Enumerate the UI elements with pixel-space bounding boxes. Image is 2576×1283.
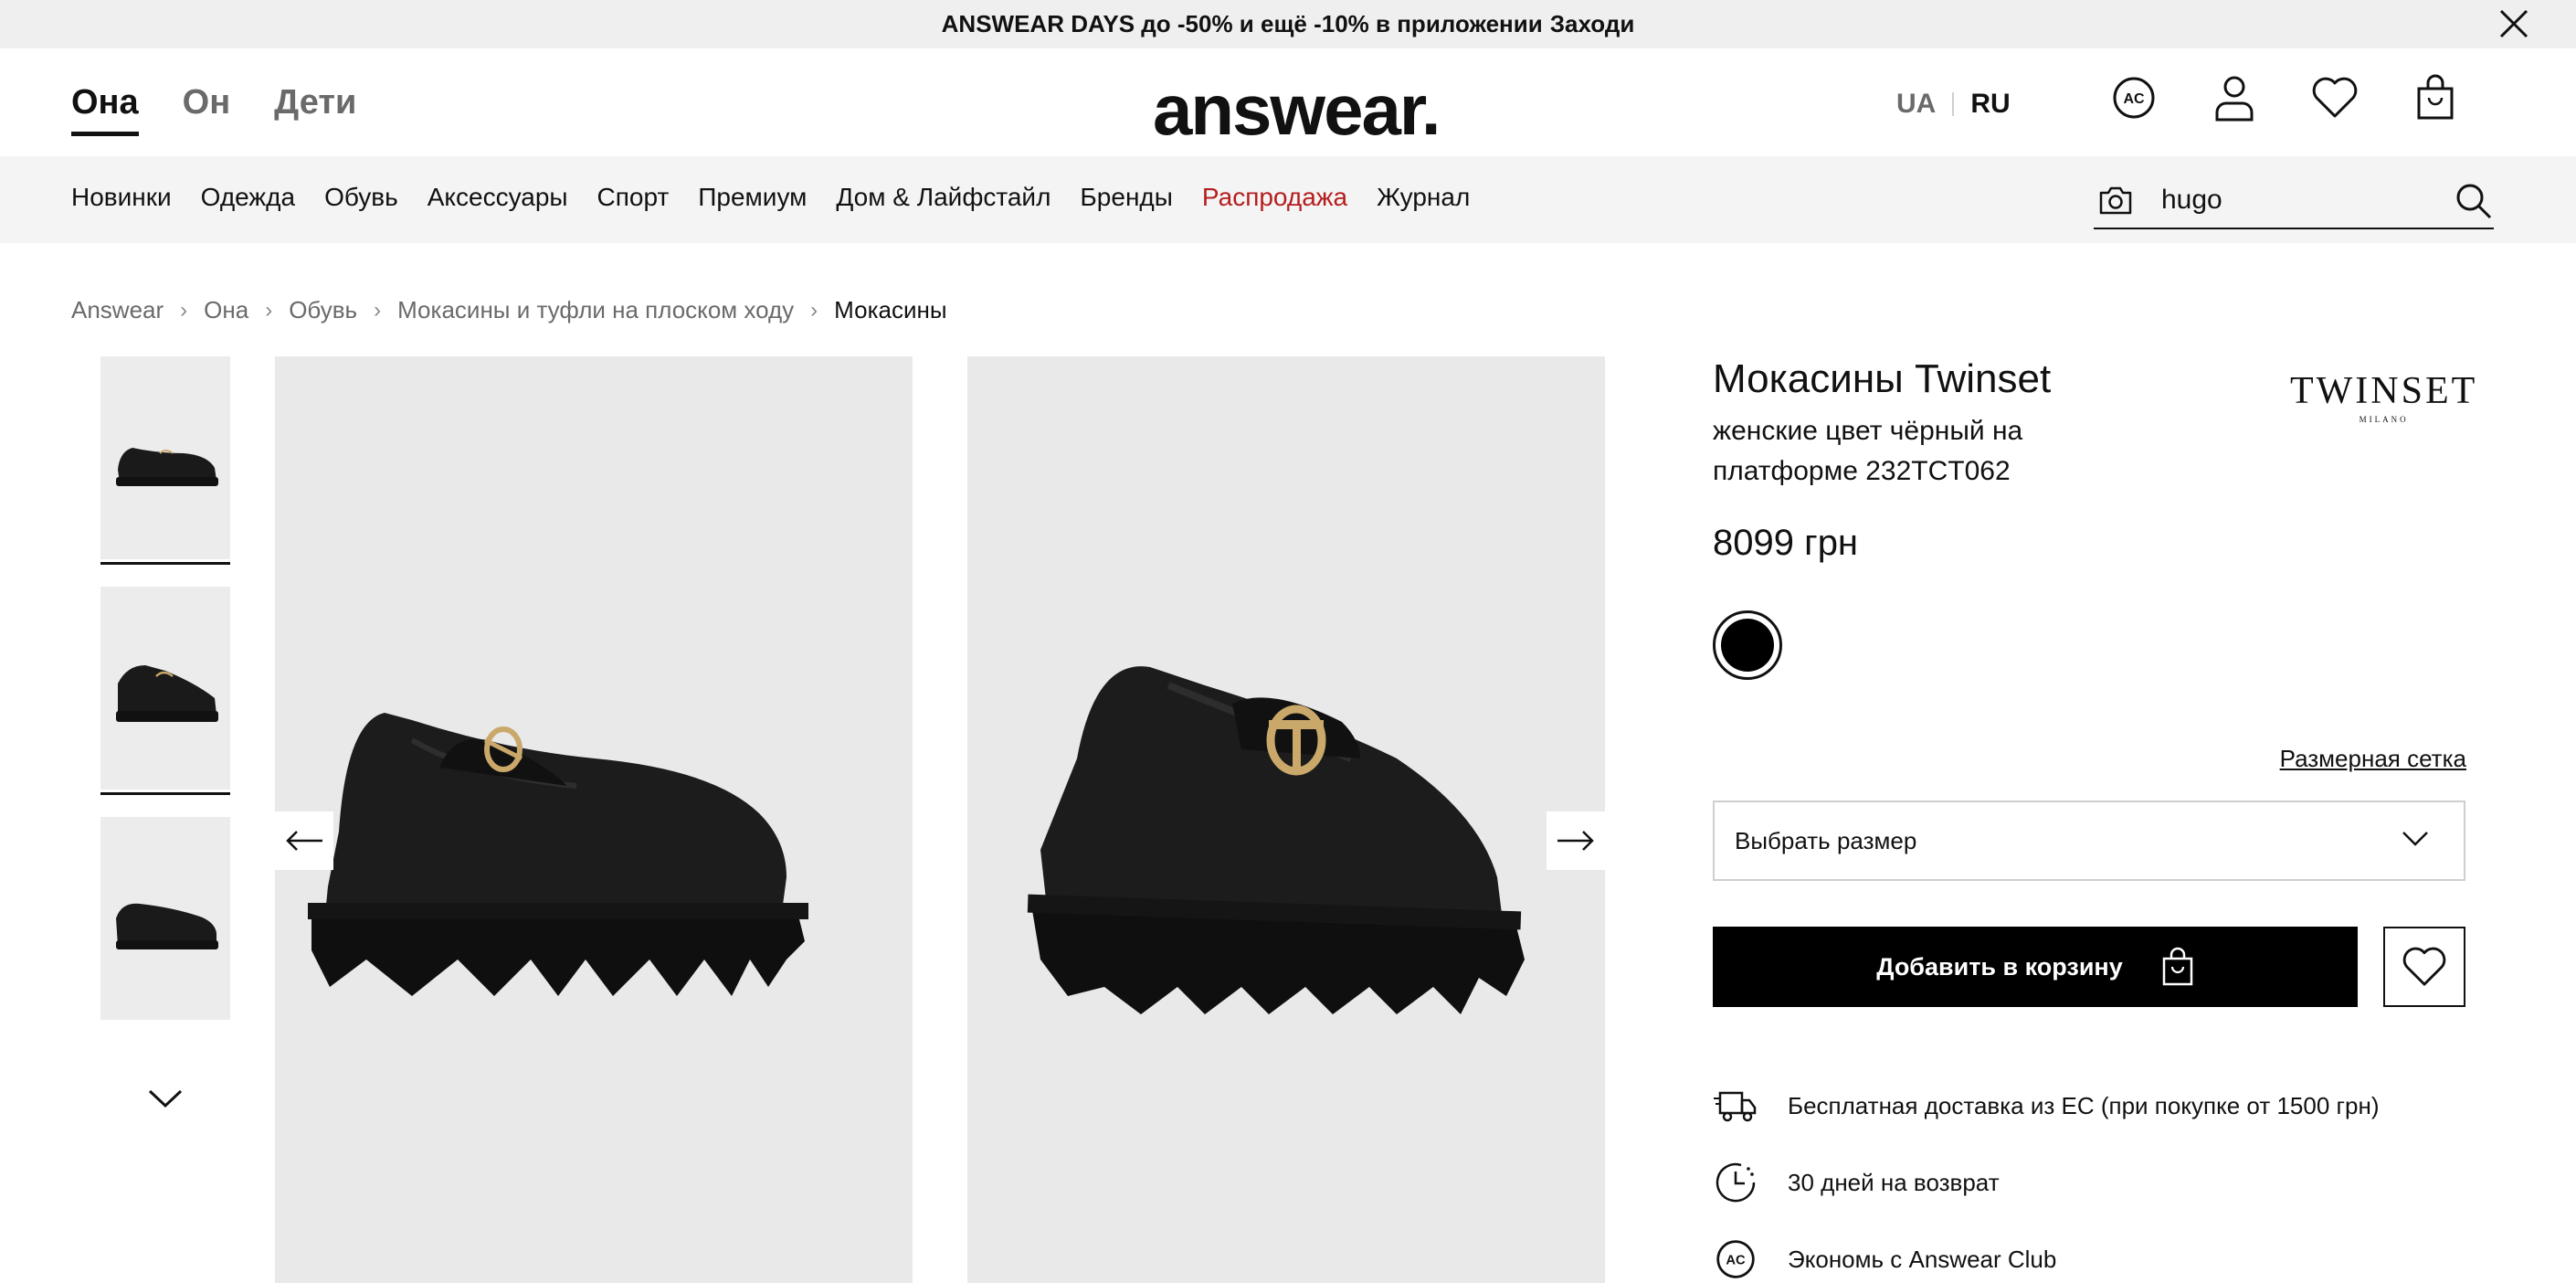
chevron-down-icon xyxy=(2402,832,2428,846)
next-image-button[interactable] xyxy=(1547,811,1605,870)
tab-kids[interactable]: Дети xyxy=(274,83,356,136)
perk-text: 30 дней на возврат xyxy=(1788,1168,2000,1196)
shoe-front-angle-image xyxy=(1027,666,1525,1014)
perk-item: Бесплатная доставка из ЕС (при покупке о… xyxy=(1713,1067,2379,1144)
add-to-wishlist-button[interactable] xyxy=(2383,927,2465,1007)
nav-item-clothing[interactable]: Одежда xyxy=(201,183,295,212)
breadcrumb-item[interactable]: Мокасины и туфли на плоском ходу xyxy=(397,296,794,324)
return-clock-icon xyxy=(1713,1160,1758,1205)
product-image-2[interactable] xyxy=(967,356,1605,1283)
shoe-thumbnail-image xyxy=(116,903,218,949)
shoe-side-image xyxy=(308,713,808,996)
perk-text: Бесплатная доставка из ЕС (при покупке о… xyxy=(1788,1091,2380,1119)
size-select[interactable]: Выбрать размер xyxy=(1713,801,2465,881)
answear-club-icon[interactable]: AC xyxy=(2108,72,2159,123)
nav-item-premium[interactable]: Премиум xyxy=(698,183,807,212)
product-subtitle: женские цвет чёрный на платформе 232TCT0… xyxy=(1713,416,2023,486)
product-image-1[interactable] xyxy=(275,356,913,1283)
site-logo[interactable]: answear. xyxy=(1153,69,1441,152)
nav-item-brands[interactable]: Бренды xyxy=(1080,183,1172,212)
svg-text:AC: AC xyxy=(1726,1254,1746,1268)
chevron-right-icon: › xyxy=(374,297,382,323)
add-to-cart-button[interactable]: Добавить в корзину xyxy=(1713,927,2358,1007)
brand-logo-text: TWINSET xyxy=(2290,370,2478,412)
breadcrumb-item[interactable]: Обувь xyxy=(289,296,357,324)
category-nav: Новинки Одежда Обувь Аксессуары Спорт Пр… xyxy=(0,156,2576,243)
brand-logo-subtext: MILANO xyxy=(2359,415,2409,424)
shoe-thumbnail-image xyxy=(116,665,218,722)
lang-ua[interactable]: UA xyxy=(1896,89,1936,120)
header-icons: AC xyxy=(2108,72,2461,123)
breadcrumb-item[interactable]: Она xyxy=(204,296,248,324)
chevron-right-icon: › xyxy=(265,297,273,323)
nav-item-sale[interactable]: Распродажа xyxy=(1202,183,1347,212)
heart-icon xyxy=(2402,947,2446,986)
arrow-right-icon xyxy=(1557,831,1594,851)
perks-list: Бесплатная доставка из ЕС (при покупке о… xyxy=(1713,1067,2379,1283)
brand-logo[interactable]: TWINSET MILANO xyxy=(2290,369,2477,424)
bag-icon[interactable] xyxy=(2410,72,2461,123)
chevron-right-icon: › xyxy=(180,297,188,323)
camera-icon[interactable] xyxy=(2097,182,2134,218)
color-swatch-black[interactable] xyxy=(1713,610,1782,680)
promo-text: ANSWEAR DAYS до -50% и ещё -10% в прилож… xyxy=(941,10,1543,37)
delivery-truck-icon xyxy=(1713,1083,1758,1129)
breadcrumb: Answear › Она › Обувь › Мокасины и туфли… xyxy=(71,296,947,324)
product-panel: Мокасины Twinset женские цвет чёрный на … xyxy=(1713,356,2475,1278)
header: Она Он Дети answear. UA RU AC xyxy=(0,48,2576,156)
search-input[interactable] xyxy=(2161,185,2435,216)
chevron-down-icon[interactable] xyxy=(146,1084,185,1111)
perk-text: Экономь с Answear Club xyxy=(1788,1245,2057,1273)
answear-club-icon: AC xyxy=(1713,1236,1758,1282)
breadcrumb-current: Мокасины xyxy=(834,296,947,323)
breadcrumb-item[interactable]: Answear xyxy=(71,296,164,324)
heart-icon[interactable] xyxy=(2309,72,2360,123)
promo-bar: ANSWEAR DAYS до -50% и ещё -10% в прилож… xyxy=(0,0,2576,48)
user-icon[interactable] xyxy=(2209,72,2260,123)
nav-item-home[interactable]: Дом & Лайфстайл xyxy=(836,183,1050,212)
tab-women[interactable]: Она xyxy=(71,83,139,136)
svg-text:AC: AC xyxy=(2123,91,2145,107)
add-to-cart-label: Добавить в корзину xyxy=(1876,952,2123,981)
perk-item: AC Экономь с Answear Club xyxy=(1713,1221,2379,1283)
shoe-thumbnail-image xyxy=(116,448,218,486)
product-price: 8099 грн xyxy=(1713,523,1859,563)
chevron-right-icon: › xyxy=(810,297,818,323)
bag-icon xyxy=(2162,947,2192,986)
thumbnail[interactable] xyxy=(100,817,230,1020)
lang-divider xyxy=(1952,92,1955,116)
perk-item: 30 дней на возврат xyxy=(1713,1144,2379,1221)
nav-item-journal[interactable]: Журнал xyxy=(1377,183,1470,212)
thumbnail[interactable] xyxy=(100,587,230,795)
promo-link[interactable]: Заходи xyxy=(1550,10,1635,38)
tab-men[interactable]: Он xyxy=(183,83,231,136)
previous-image-button[interactable] xyxy=(275,811,333,870)
lang-ru[interactable]: RU xyxy=(1970,89,2010,120)
search-box xyxy=(2094,173,2494,229)
nav-item-accessories[interactable]: Аксессуары xyxy=(428,183,568,212)
search-icon[interactable] xyxy=(2454,181,2494,221)
thumbnail-strip xyxy=(100,356,230,1047)
color-swatch-fill xyxy=(1721,619,1774,672)
nav-item-new[interactable]: Новинки xyxy=(71,183,172,212)
gender-tabs: Она Он Дети xyxy=(71,83,356,136)
nav-item-shoes[interactable]: Обувь xyxy=(324,183,398,212)
nav-item-sport[interactable]: Спорт xyxy=(597,183,670,212)
size-chart-link[interactable]: Размерная сетка xyxy=(2280,745,2466,773)
close-icon[interactable] xyxy=(2496,5,2532,42)
size-select-value: Выбрать размер xyxy=(1735,826,1917,854)
thumbnail[interactable] xyxy=(100,356,230,565)
arrow-left-icon xyxy=(286,831,322,851)
language-switch: UA RU xyxy=(1896,89,2011,120)
